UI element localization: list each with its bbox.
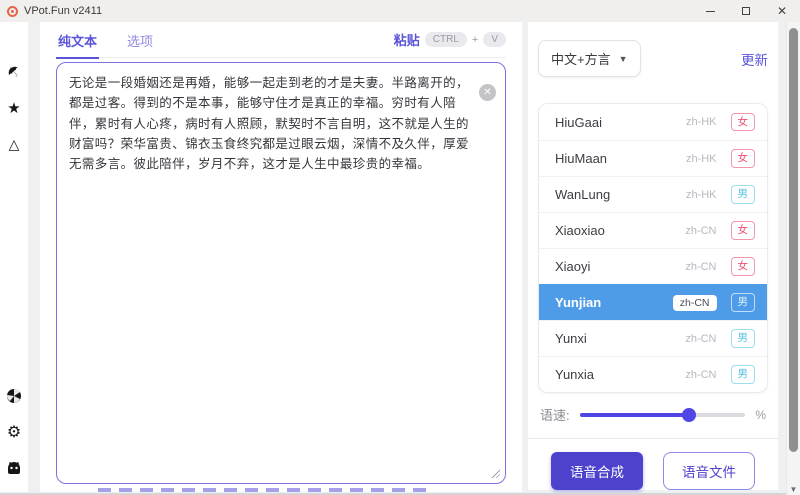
voice-locale-badge: zh-CN [685,225,716,237]
editor-panel: 纯文本 选项 粘贴 CTRL + V 无论是一段婚姻还是再婚，能够一起走到老的才… [40,22,522,492]
star-icon[interactable]: ★ [4,98,24,118]
umbrella-icon[interactable]: ☂ [0,58,28,86]
synthesize-button[interactable]: 语音合成 [551,452,643,490]
slider-thumb[interactable] [682,408,696,422]
voice-locale-badge: zh-CN [685,261,716,273]
voice-locale-badge: zh-CN [685,369,716,381]
speed-label: 语速: [540,405,570,424]
language-filter-select[interactable]: 中文+方言 ▼ [538,40,641,77]
voice-gender-badge: 男 [731,293,756,312]
maximize-button[interactable] [728,0,764,22]
tab-plain-text[interactable]: 纯文本 [56,22,99,58]
aperture-icon[interactable] [4,386,24,406]
voice-locale-badge: zh-CN [673,295,717,311]
close-button[interactable]: ✕ [764,0,800,22]
voice-gender-badge: 女 [731,221,756,240]
voice-gender-badge: 女 [731,149,756,168]
window-title: VPot.Fun v2411 [24,5,102,17]
cutoff-text-strip [98,488,428,492]
kbd-ctrl: CTRL [425,32,467,47]
scrollbar-thumb[interactable] [789,28,798,452]
kbd-plus: + [472,34,478,46]
voice-name: HiuGaai [555,115,686,130]
voice-row-hiugaai[interactable]: HiuGaaizh-HK 女 [539,104,767,140]
voices-panel-header: 中文+方言 ▼ 更新 [538,40,768,77]
close-icon: ✕ [777,5,787,17]
voice-locale-badge: zh-CN [685,333,716,345]
app-logo-icon [7,6,18,17]
titlebar: VPot.Fun v2411 ✕ [0,0,800,22]
voice-locale-badge: zh-HK [686,116,717,128]
chevron-down-icon: ▼ [619,54,628,64]
voice-row-hiumaan[interactable]: HiuMaanzh-HK 女 [539,140,767,176]
voice-name: WanLung [555,187,686,202]
audio-file-button[interactable]: 语音文件 [663,452,755,490]
speed-row: 语速: % [538,405,768,424]
slider-track[interactable] [580,413,746,417]
slider-fill [580,413,689,417]
text-input[interactable]: 无论是一段婚姻还是再婚，能够一起走到老的才是夫妻。半路离开的，都是过客。得到的不… [56,62,506,484]
text-input-wrap: 无论是一段婚姻还是再婚，能够一起走到老的才是夫妻。半路离开的，都是过客。得到的不… [56,62,506,484]
voice-locale-badge: zh-HK [686,153,717,165]
update-link[interactable]: 更新 [741,49,768,69]
voice-gender-badge: 男 [731,365,756,384]
maximize-icon [742,7,750,15]
voice-name: Yunxi [555,331,685,346]
clear-text-icon[interactable]: ✕ [479,84,496,101]
voice-locale-badge: zh-HK [686,189,717,201]
voice-row-xiaoxiao[interactable]: Xiaoxiaozh-CN 女 [539,212,767,248]
voice-name: Xiaoyi [555,259,685,274]
voice-gender-badge: 女 [731,113,756,132]
tab-options[interactable]: 选项 [125,22,155,58]
minimize-icon [706,11,715,12]
scrollbar-down-icon[interactable]: ▼ [787,485,800,494]
voices-panel: 中文+方言 ▼ 更新 HiuGaaizh-HK女HiuMaanzh-HK女Wan… [528,22,778,490]
voice-name: HiuMaan [555,151,686,166]
triangle-icon[interactable]: △ [4,134,24,154]
voice-row-yunxi[interactable]: Yunxizh-CN 男 [539,320,767,356]
voice-row-wanlung[interactable]: WanLungzh-HK 男 [539,176,767,212]
voice-list: HiuGaaizh-HK女HiuMaanzh-HK女WanLungzh-HK男X… [538,103,768,393]
window-controls: ✕ [692,0,800,22]
gear-icon[interactable]: ⚙ [4,422,24,442]
minimize-button[interactable] [692,0,728,22]
language-filter-value: 中文+方言 [551,49,611,68]
voice-gender-badge: 男 [731,185,756,204]
voice-row-yunjian[interactable]: Yunjianzh-CN 男 [539,284,767,320]
paste-group: 粘贴 CTRL + V [394,30,506,49]
speed-slider[interactable] [580,408,746,422]
paste-button[interactable]: 粘贴 [394,30,420,49]
window-scrollbar[interactable]: ▼ [786,22,800,495]
voice-gender-badge: 女 [731,257,756,276]
side-toolbar: ☂ ★ △ ⚙ [0,22,28,492]
voice-row-yunxia[interactable]: Yunxiazh-CN 男 [539,356,767,392]
voice-name: Yunxia [555,367,685,382]
voice-row-xiaoyi[interactable]: Xiaoyizh-CN 女 [539,248,767,284]
robot-icon[interactable] [4,458,24,478]
action-row: 语音合成 语音文件 [538,452,768,490]
voice-gender-badge: 男 [731,329,756,348]
kbd-v: V [483,32,506,47]
tabbar: 纯文本 选项 粘贴 CTRL + V [56,22,506,58]
voice-name: Yunjian [555,295,673,310]
panel-divider [528,438,778,439]
voice-name: Xiaoxiao [555,223,685,238]
speed-unit: % [755,408,766,422]
